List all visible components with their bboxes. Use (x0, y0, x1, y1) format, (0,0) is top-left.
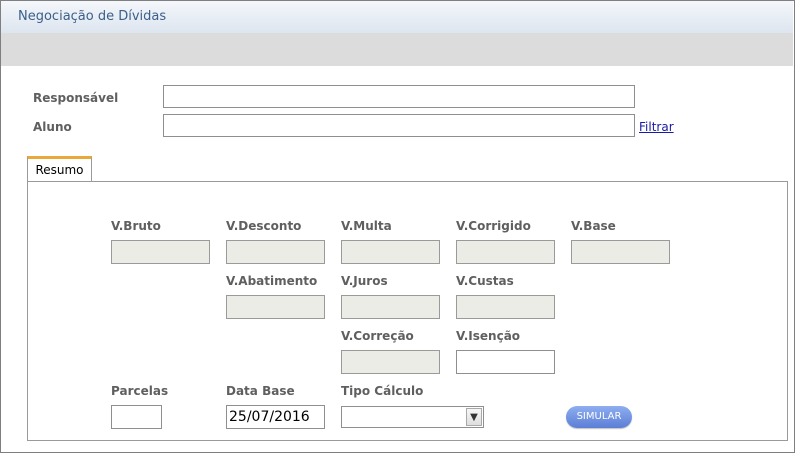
page-title: Negociação de Dívidas (18, 9, 167, 24)
title-bar: Negociação de Dívidas (1, 1, 793, 33)
tab-resumo[interactable]: Resumo (27, 156, 92, 181)
v-abatimento-field[interactable] (226, 295, 325, 319)
v-corrigido-field[interactable] (456, 240, 555, 264)
v-custas-label: V.Custas (456, 274, 514, 288)
v-desconto-field[interactable] (226, 240, 325, 264)
v-isencao-input[interactable] (456, 350, 555, 374)
parcelas-input[interactable] (111, 405, 162, 429)
simular-button[interactable]: SIMULAR (566, 406, 632, 428)
v-isencao-label: V.Isenção (456, 329, 521, 343)
v-corrigido-label: V.Corrigido (456, 219, 531, 233)
v-bruto-label: V.Bruto (111, 219, 161, 233)
v-base-label: V.Base (571, 219, 616, 233)
data-base-label: Data Base (226, 384, 295, 398)
v-abatimento-label: V.Abatimento (226, 274, 318, 288)
v-bruto-field[interactable] (111, 240, 210, 264)
tipo-calculo-select[interactable]: ▼ (341, 406, 484, 428)
v-base-field[interactable] (571, 240, 670, 264)
v-multa-label: V.Multa (341, 219, 392, 233)
v-juros-label: V.Juros (341, 274, 388, 288)
v-correcao-label: V.Correção (341, 329, 414, 343)
v-custas-field[interactable] (456, 295, 555, 319)
v-desconto-label: V.Desconto (226, 219, 302, 233)
data-base-input[interactable] (226, 405, 325, 429)
tipo-calculo-label: Tipo Cálculo (341, 384, 424, 398)
filter-link[interactable]: Filtrar (639, 120, 674, 134)
responsavel-label: Responsável (33, 91, 119, 105)
toolbar (1, 33, 793, 66)
responsavel-input[interactable] (163, 85, 635, 108)
v-multa-field[interactable] (341, 240, 440, 264)
chevron-down-icon[interactable]: ▼ (466, 408, 482, 426)
parcelas-label: Parcelas (111, 384, 169, 398)
aluno-input[interactable] (163, 114, 635, 137)
v-correcao-field[interactable] (341, 350, 440, 374)
v-juros-field[interactable] (341, 295, 440, 319)
aluno-label: Aluno (33, 120, 72, 134)
